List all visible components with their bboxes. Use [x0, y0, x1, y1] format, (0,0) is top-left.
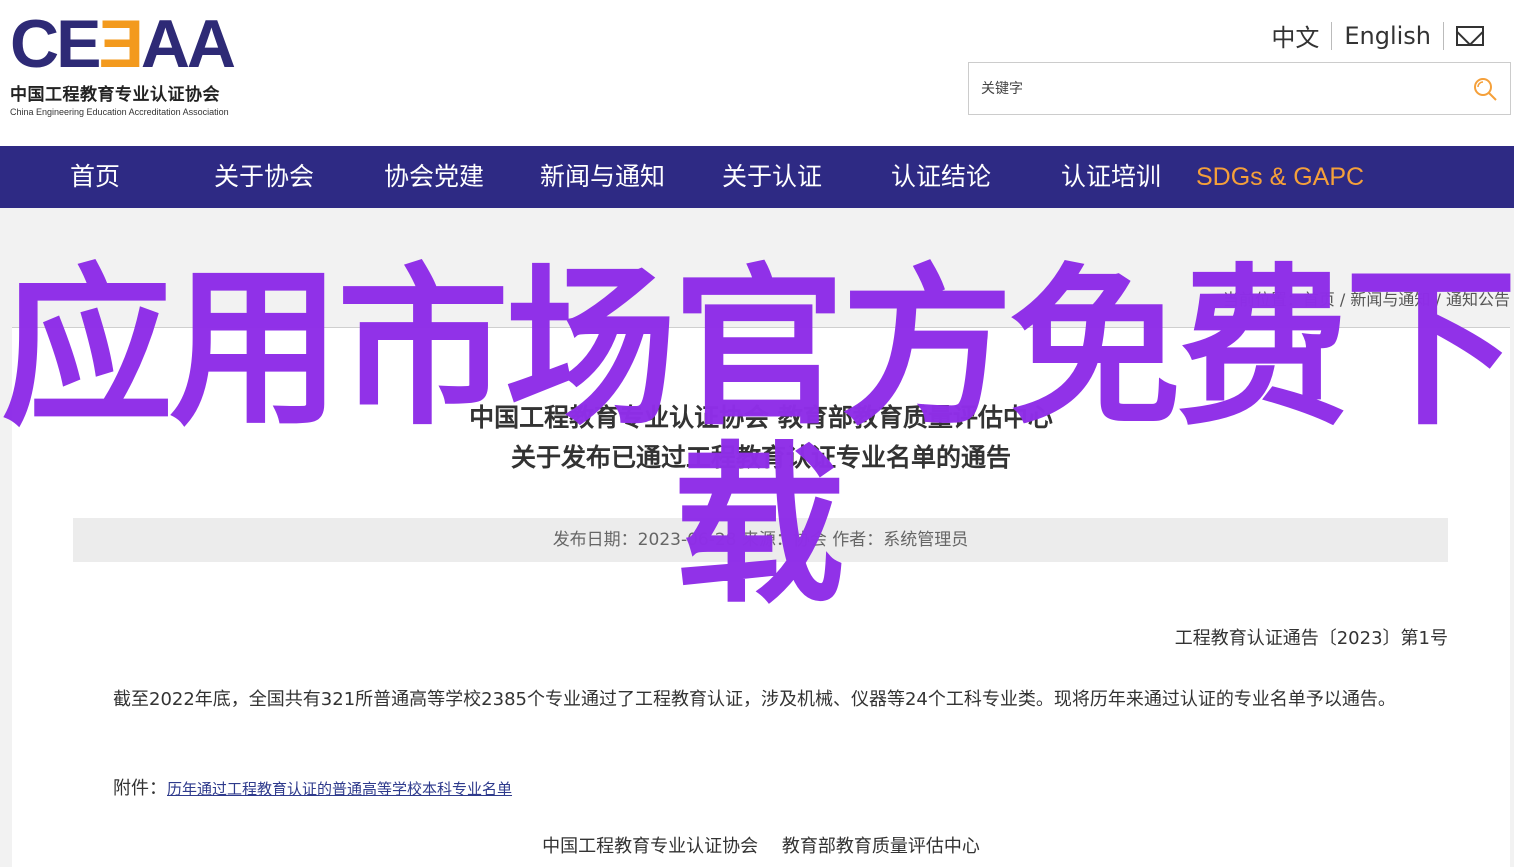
attachment-label: 附件： [113, 778, 167, 799]
nav-item-accreditation[interactable]: 关于认证 [722, 146, 822, 208]
breadcrumb-home[interactable]: 首页 [1303, 290, 1335, 309]
article-meta: 发布日期：2023-06-28 来源：协会 作者：系统管理员 [73, 518, 1448, 562]
logo-chinese-name: 中国工程教育专业认证协会 [10, 85, 220, 105]
divider [1443, 21, 1444, 50]
nav-item-party[interactable]: 协会党建 [384, 146, 484, 208]
divider [1331, 21, 1333, 50]
mail-icon[interactable] [1456, 25, 1484, 46]
nav-item-about[interactable]: 关于协会 [214, 146, 314, 208]
breadcrumb-prefix: 当前位置： [1222, 290, 1303, 309]
site-logo[interactable]: CEƎAA 中国工程教育专业认证协会 China Engineering Edu… [10, 6, 270, 117]
logo-english-name: China Engineering Education Accreditatio… [10, 107, 229, 117]
article-signoff: 中国工程教育专业认证协会 教育部教育质量评估中心 [542, 836, 980, 857]
search-input[interactable] [969, 63, 1459, 114]
notice-number: 工程教育认证通告〔2023〕第1号 [1174, 628, 1448, 649]
lang-chinese-link[interactable]: 中文 [1271, 18, 1319, 53]
nav-item-news[interactable]: 新闻与通知 [540, 146, 665, 208]
article-title-line1: 中国工程教育专业认证协会 教育部教育质量评估中心 [469, 403, 1053, 432]
lang-english-link[interactable]: English [1344, 22, 1431, 50]
search-icon[interactable] [1472, 76, 1498, 102]
article: 中国工程教育专业认证协会 教育部教育质量评估中心 关于发布已通过工程教育认证专业… [12, 328, 1510, 867]
article-title-line2: 关于发布已通过工程教育认证专业名单的通告 [510, 443, 1011, 472]
logo-mark: CEƎAA [10, 6, 236, 82]
attachment-link[interactable]: 历年通过工程教育认证的普通高等学校本科专业名单 [167, 780, 512, 798]
search-box [968, 62, 1511, 115]
breadcrumb-news[interactable]: 新闻与通知 [1350, 290, 1430, 309]
attachment: 附件：历年通过工程教育认证的普通高等学校本科专业名单 [113, 774, 512, 800]
breadcrumb-notices[interactable]: 通知公告 [1446, 290, 1510, 309]
breadcrumb-separator: / [1430, 290, 1446, 309]
language-switcher: 中文 English [1271, 18, 1484, 53]
breadcrumb-separator: / [1334, 290, 1351, 309]
main-nav: 首页 关于协会 协会党建 新闻与通知 关于认证 认证结论 认证培训 SDGs &… [0, 146, 1514, 208]
nav-item-training[interactable]: 认证培训 [1061, 146, 1161, 208]
nav-item-conclusions[interactable]: 认证结论 [891, 146, 991, 208]
nav-item-sdgs[interactable]: SDGs & GAPC [1196, 146, 1364, 208]
site-header: CEƎAA 中国工程教育专业认证协会 China Engineering Edu… [0, 0, 1514, 146]
nav-item-home[interactable]: 首页 [70, 146, 120, 208]
breadcrumb: 当前位置：首页 / 新闻与通知 / 通知公告 [1223, 286, 1510, 310]
article-body: 截至2022年底，全国共有321所普通高等学校2385个专业通过了工程教育认证，… [113, 689, 1396, 710]
